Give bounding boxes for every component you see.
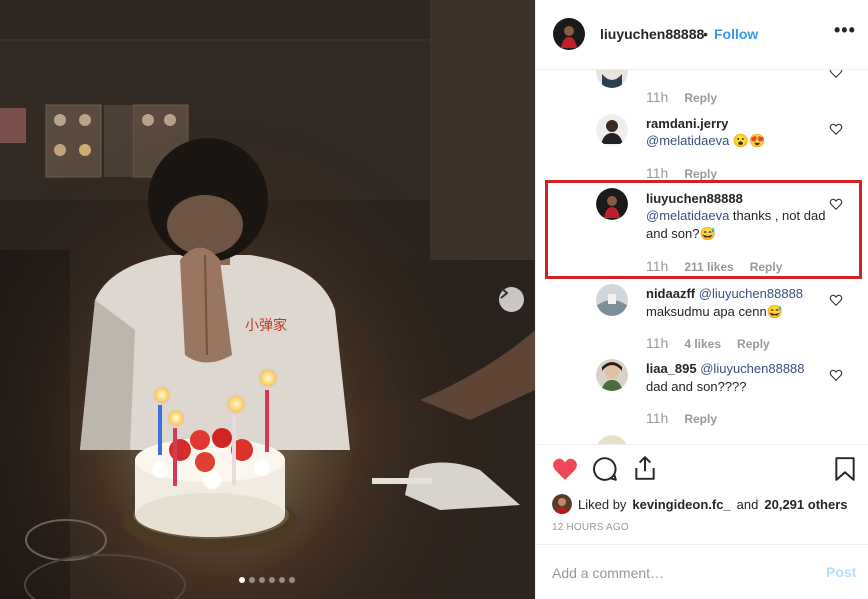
comments-list[interactable]: 11h Reply ramdani.jerry @melatidaeva 😮😍 … xyxy=(536,70,868,444)
heart-outline-icon[interactable] xyxy=(829,70,843,79)
comment-time: 11h xyxy=(646,335,669,351)
liked-by-user[interactable]: kevingideon.fc_ xyxy=(632,497,730,512)
carousel-dot xyxy=(239,577,245,583)
photo-scene: 小弹家 xyxy=(0,0,535,599)
highlight-box xyxy=(545,180,862,279)
comment-mention[interactable]: @liuyuchen88888 xyxy=(700,361,804,376)
reply-button[interactable]: Reply xyxy=(737,337,770,351)
comment-meta: 11h Reply xyxy=(646,410,717,426)
comment-likes[interactable]: 4 likes xyxy=(684,337,721,351)
comment-username[interactable]: liaa_895 xyxy=(646,361,697,376)
heart-outline-icon[interactable] xyxy=(829,368,843,382)
post-header: liuyuchen88888 • Follow ••• xyxy=(536,0,868,70)
comment-text: @melatidaeva 😮😍 xyxy=(646,132,836,150)
comment-username[interactable]: nidaazff xyxy=(646,286,695,301)
comment-body: dad and son???? xyxy=(646,379,747,394)
comment-mention[interactable]: @liuyuchen88888 xyxy=(699,286,803,301)
chevron-right-icon xyxy=(500,287,509,299)
comment-time: 11h xyxy=(646,89,669,105)
carousel-dot xyxy=(259,577,265,583)
avatar[interactable] xyxy=(596,70,628,88)
post-side-panel: liuyuchen88888 • Follow ••• 11h Reply ra… xyxy=(535,0,868,599)
reply-button[interactable]: Reply xyxy=(684,91,717,105)
share-icon[interactable] xyxy=(632,455,658,481)
follow-button[interactable]: Follow xyxy=(714,26,758,42)
post-actions: Liked by kevingideon.fc_ and 20,291 othe… xyxy=(536,444,868,544)
comment-mention[interactable]: @melatidaeva xyxy=(646,133,729,148)
carousel-dot xyxy=(279,577,285,583)
avatar[interactable] xyxy=(552,494,572,514)
likes-count[interactable]: 20,291 others xyxy=(764,497,847,512)
comment-time: 11h xyxy=(646,410,669,426)
author-username[interactable]: liuyuchen88888 xyxy=(600,26,704,42)
comment-body: maksudmu apa cenn😅 xyxy=(646,304,783,319)
add-comment-bar: Post xyxy=(536,544,868,599)
comment-meta: 11h Reply xyxy=(646,89,717,105)
avatar[interactable] xyxy=(596,114,628,146)
comment-time: 11h xyxy=(646,165,669,181)
comment-meta: 11h Reply xyxy=(646,165,717,181)
liked-by-summary: Liked by kevingideon.fc_ and 20,291 othe… xyxy=(552,494,847,514)
avatar[interactable] xyxy=(596,284,628,316)
comment-meta: 11h 4 likes Reply xyxy=(646,335,770,351)
liked-by-prefix: Liked by xyxy=(578,496,627,512)
bookmark-icon[interactable] xyxy=(834,456,856,482)
more-options-button[interactable]: ••• xyxy=(834,20,856,41)
liked-by-middle: and xyxy=(736,496,759,512)
post-button[interactable]: Post xyxy=(826,564,856,580)
carousel-dot xyxy=(289,577,295,583)
post-photo: 小弹家 xyxy=(0,0,535,599)
carousel-dot xyxy=(249,577,255,583)
comment-text: liaa_895 @liuyuchen88888 dad and son???? xyxy=(646,360,846,396)
header-separator: • xyxy=(703,26,708,42)
author-avatar[interactable] xyxy=(553,18,585,50)
avatar[interactable] xyxy=(596,435,628,444)
comment-icon[interactable] xyxy=(592,456,618,482)
reply-button[interactable]: Reply xyxy=(684,412,717,426)
reply-button[interactable]: Reply xyxy=(684,167,717,181)
heart-outline-icon[interactable] xyxy=(829,122,843,136)
comment-text: nidaazff @liuyuchen88888 maksudmu apa ce… xyxy=(646,285,846,321)
heart-outline-icon[interactable] xyxy=(829,293,843,307)
carousel-dots xyxy=(239,577,295,583)
carousel-dot xyxy=(269,577,275,583)
post-timestamp: 12 HOURS AGO xyxy=(552,522,629,533)
avatar[interactable] xyxy=(596,359,628,391)
comment-input[interactable] xyxy=(552,563,792,583)
comment-username[interactable]: ramdani.jerry xyxy=(646,116,728,131)
svg-text:小弹家: 小弹家 xyxy=(245,317,287,334)
heart-filled-icon[interactable] xyxy=(552,457,578,481)
comment-body: 😮😍 xyxy=(729,133,766,148)
next-slide-button[interactable] xyxy=(499,287,524,312)
